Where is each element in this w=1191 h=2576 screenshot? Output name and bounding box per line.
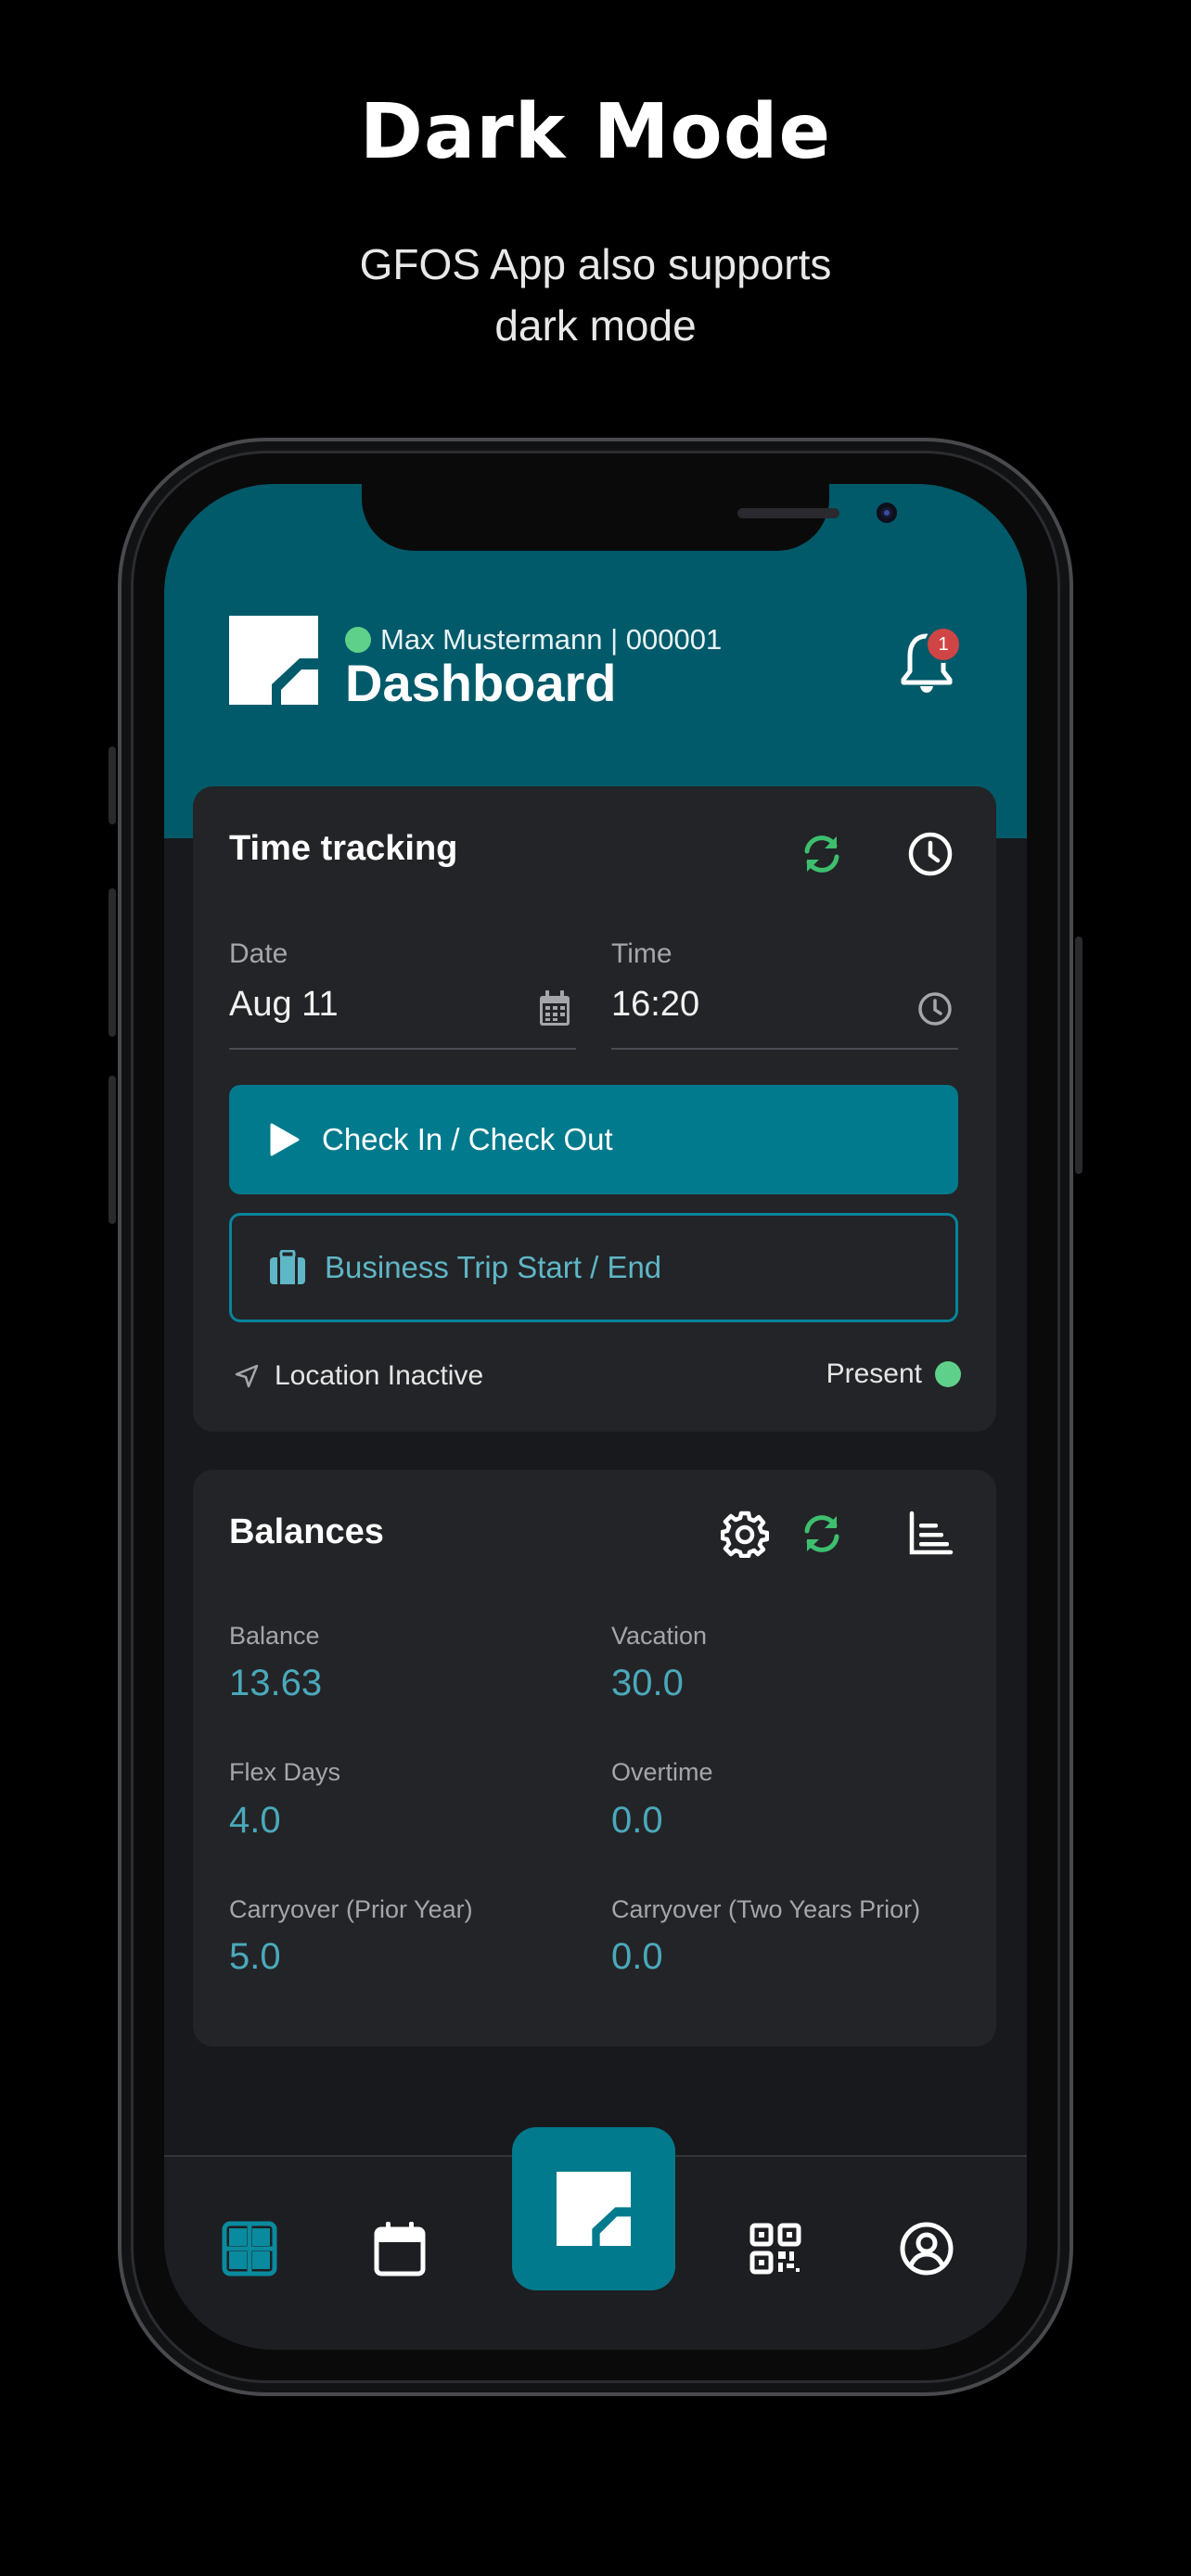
calendar-icon <box>374 2222 426 2276</box>
bar-chart-icon <box>909 1511 954 1555</box>
power-button <box>1075 937 1082 1174</box>
date-field-underline <box>229 1048 576 1050</box>
time-field-underline <box>611 1048 958 1050</box>
time-field[interactable]: 16:20 <box>611 985 699 1025</box>
carryover-two-years-label: Carryover (Two Years Prior) <box>611 1895 921 1923</box>
refresh-button[interactable] <box>797 829 847 879</box>
notch <box>362 484 897 551</box>
user-profile-icon <box>900 2222 954 2276</box>
gear-icon <box>721 1511 769 1558</box>
volume-down-button <box>109 1076 116 1224</box>
balances-card: Balances Balance 13.63 Vacation 30.0 Fle… <box>193 1470 996 2047</box>
business-trip-button[interactable]: Business Trip Start / End <box>229 1213 958 1322</box>
promo-subtitle: GFOS App also supports dark mode <box>0 234 1191 356</box>
notification-badge: 1 <box>925 626 962 663</box>
nav-profile[interactable] <box>894 2216 959 2281</box>
presence-status-text: Present <box>826 1358 922 1389</box>
business-trip-label: Business Trip Start / End <box>325 1250 662 1284</box>
location-status: Location Inactive <box>234 1360 483 1392</box>
promo-subtitle-line1: GFOS App also supports <box>359 240 832 288</box>
balances-chart-button[interactable] <box>905 1509 955 1559</box>
online-status-dot <box>345 627 371 653</box>
balance-value: 13.63 <box>229 1663 323 1703</box>
refresh-icon <box>804 1515 839 1552</box>
presence-status-dot <box>935 1361 961 1387</box>
balance-label: Balance <box>229 1622 320 1650</box>
calendar-icon[interactable] <box>538 990 571 1027</box>
user-info: Max Mustermann | 000001 <box>345 623 722 657</box>
nav-dashboard[interactable] <box>217 2216 282 2281</box>
date-label: Date <box>229 938 288 969</box>
suitcase-icon <box>270 1250 305 1284</box>
promo-subtitle-line2: dark mode <box>494 301 697 350</box>
time-tracking-card: Time tracking Date Aug 11 Time 16:20 Che… <box>193 786 996 1432</box>
qr-code-icon <box>749 2223 801 2275</box>
check-in-out-button[interactable]: Check In / Check Out <box>229 1085 958 1194</box>
carryover-prior-label: Carryover (Prior Year) <box>229 1895 473 1923</box>
phone-screen: Max Mustermann | 000001 Dashboard 1 Time… <box>164 484 1027 2350</box>
app-logo-icon <box>229 616 318 705</box>
speaker-grille <box>737 508 839 518</box>
user-name: Max Mustermann | 000001 <box>380 623 723 656</box>
vacation-value: 30.0 <box>611 1663 684 1703</box>
carryover-two-years-value: 0.0 <box>611 1936 663 1977</box>
clock-icon[interactable] <box>916 990 954 1027</box>
time-tracking-title: Time tracking <box>229 829 458 868</box>
check-in-out-label: Check In / Check Out <box>322 1122 613 1156</box>
carryover-prior-value: 5.0 <box>229 1936 281 1977</box>
location-arrow-icon <box>235 1364 259 1388</box>
overtime-value: 0.0 <box>611 1800 663 1841</box>
clock-icon <box>908 832 953 876</box>
mute-switch <box>109 746 116 824</box>
balances-title: Balances <box>229 1512 384 1551</box>
overtime-label: Overtime <box>611 1758 713 1786</box>
balances-refresh-button[interactable] <box>797 1509 847 1559</box>
volume-up-button <box>109 888 116 1037</box>
nav-qr-scan[interactable] <box>743 2216 808 2281</box>
nav-calendar[interactable] <box>367 2216 432 2281</box>
promo-title: Dark Mode <box>359 88 832 176</box>
front-camera <box>877 503 897 523</box>
balances-settings-button[interactable] <box>720 1509 770 1559</box>
flex-days-value: 4.0 <box>229 1800 281 1841</box>
flex-days-label: Flex Days <box>229 1758 341 1786</box>
location-status-text: Location Inactive <box>275 1360 484 1391</box>
play-icon <box>270 1123 300 1156</box>
history-button[interactable] <box>905 829 955 879</box>
vacation-label: Vacation <box>611 1622 708 1650</box>
date-field[interactable]: Aug 11 <box>229 985 339 1025</box>
refresh-icon <box>804 835 839 873</box>
dashboard-grid-icon <box>222 2221 277 2276</box>
page-title: Dashboard <box>345 654 617 712</box>
app-logo-icon <box>557 2172 631 2246</box>
time-label: Time <box>611 938 672 969</box>
presence-status: Present <box>826 1358 961 1390</box>
nav-center-home-button[interactable] <box>512 2127 675 2290</box>
